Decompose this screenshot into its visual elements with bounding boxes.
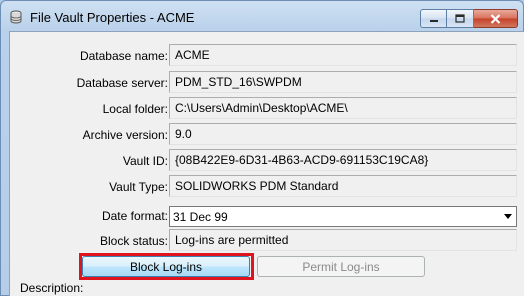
window-title: File Vault Properties - ACME	[30, 10, 195, 25]
local-folder-field: C:\Users\Admin\Desktop\ACME\	[169, 97, 517, 119]
database-icon	[10, 10, 22, 24]
date-format-value: 31 Dec 99	[173, 210, 228, 224]
archive-version-label: Archive version:	[82, 128, 168, 142]
description-label: Description:	[20, 281, 84, 295]
close-button[interactable]	[474, 9, 518, 28]
minimize-button[interactable]	[420, 9, 447, 28]
vault-type-label: Vault Type:	[109, 180, 168, 194]
maximize-icon	[455, 14, 465, 23]
database-name-label: Database name:	[79, 49, 168, 63]
database-server-label: Database server:	[76, 76, 168, 90]
permit-logins-button[interactable]: Permit Log-ins	[257, 256, 425, 277]
vault-type-field: SOLIDWORKS PDM Standard	[169, 175, 517, 197]
properties-panel: Database name: ACME Database server: PDM…	[9, 31, 524, 296]
maximize-button[interactable]	[447, 9, 474, 28]
file-vault-properties-window: File Vault Properties - ACME Database na…	[0, 0, 524, 296]
block-status-label: Block status:	[99, 234, 168, 248]
block-logins-button[interactable]: Block Log-ins	[82, 256, 250, 277]
title-bar[interactable]: File Vault Properties - ACME	[1, 1, 523, 31]
local-folder-label: Local folder:	[102, 102, 168, 116]
database-server-field: PDM_STD_16\SWPDM	[169, 71, 517, 93]
date-format-dropdown[interactable]: 31 Dec 99	[169, 206, 517, 227]
close-icon	[490, 13, 501, 24]
block-status-field: Log-ins are permitted	[169, 229, 517, 251]
vault-id-field: {08B422E9-6D31-4B63-ACD9-691153C19CA8}	[169, 149, 517, 171]
minimize-icon	[429, 19, 438, 22]
database-name-field: ACME	[169, 44, 517, 66]
chevron-down-icon[interactable]	[504, 214, 512, 219]
archive-version-field: 9.0	[169, 123, 517, 145]
vault-id-label: Vault ID:	[122, 154, 168, 168]
date-format-label: Date format:	[101, 209, 168, 223]
